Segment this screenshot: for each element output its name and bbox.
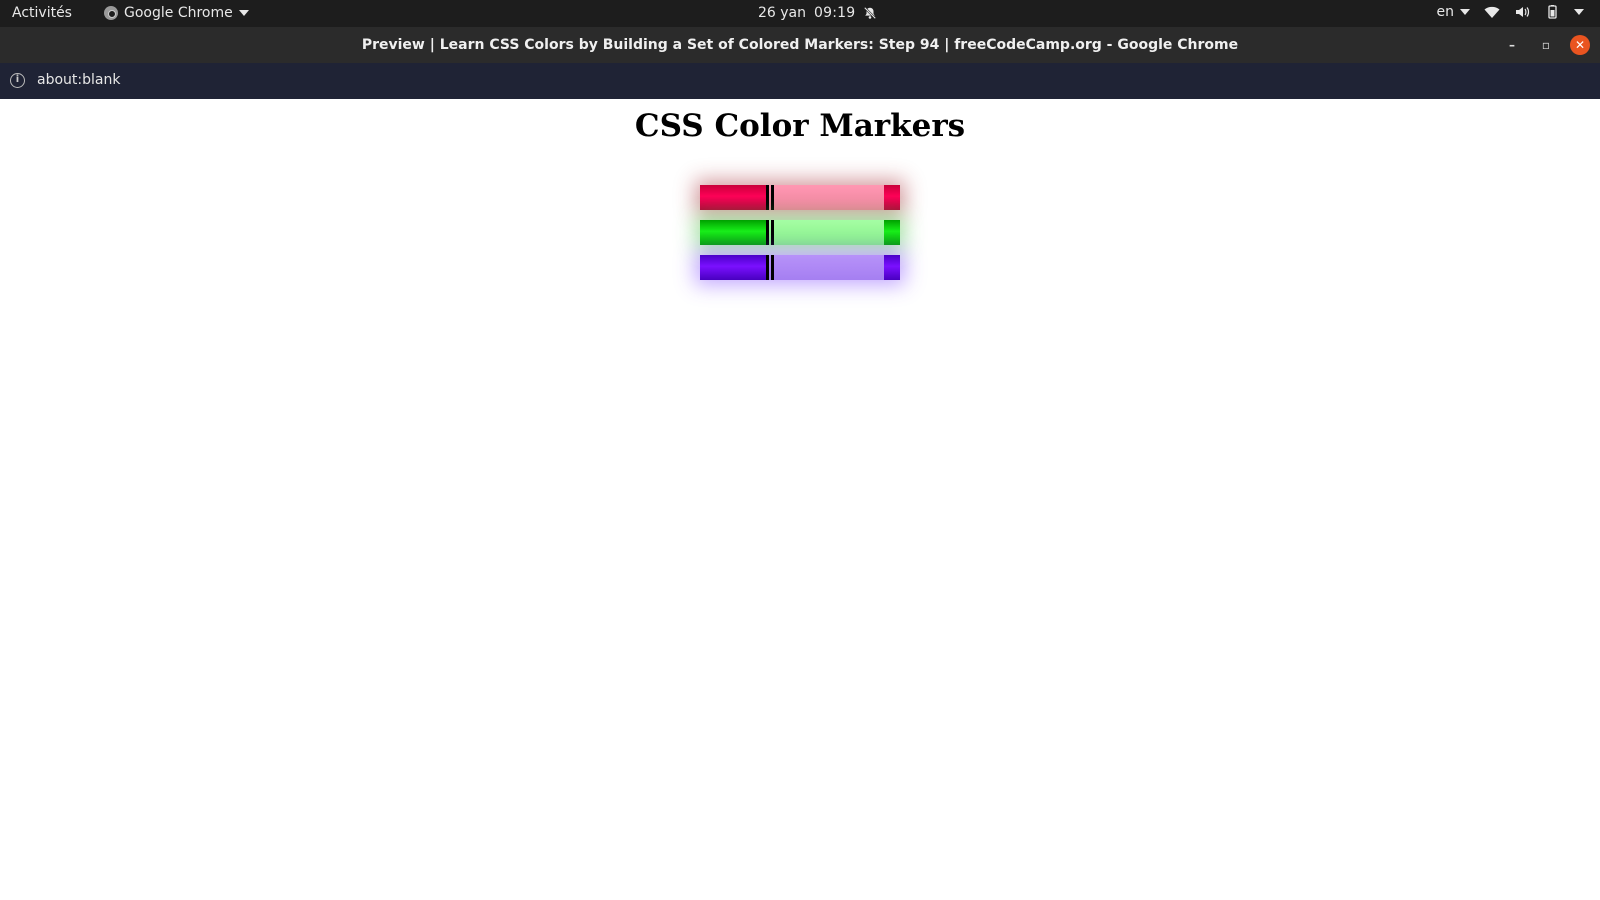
marker-sleeve [766,185,884,210]
marker-green [700,220,900,245]
window-title-bar[interactable]: Preview | Learn CSS Colors by Building a… [0,27,1600,63]
language-selector[interactable]: en [1436,4,1470,20]
wifi-icon [1484,6,1500,18]
chevron-down-icon[interactable] [1574,9,1584,15]
chevron-down-icon [238,10,249,16]
window-controls: – ▫ ✕ [1502,35,1590,55]
minimize-button[interactable]: – [1502,35,1522,55]
system-tray[interactable]: en [1436,4,1584,20]
window-title: Preview | Learn CSS Colors by Building a… [361,37,1239,53]
marker-tip [884,185,900,210]
marker-cap [700,255,766,280]
clock[interactable]: 26 yan 09:19 [758,5,877,21]
address-bar: i about:blank [0,63,1600,99]
marker-cap [700,185,766,210]
chevron-down-icon [1460,9,1470,15]
markers-container [700,185,900,290]
chrome-icon [104,6,118,20]
activities-button[interactable]: Activités [12,5,72,21]
language-label: en [1436,4,1455,20]
marker-sleeve [766,255,884,280]
url-field[interactable]: about:blank [37,72,120,88]
battery-icon [1548,5,1557,19]
restore-button[interactable]: ▫ [1536,35,1556,55]
app-menu[interactable]: Google Chrome [104,5,249,21]
date-label: 26 yan [758,5,807,21]
marker-cap [700,220,766,245]
marker-sleeve [766,220,884,245]
close-button[interactable]: ✕ [1570,35,1590,55]
time-label: 09:19 [814,5,856,21]
marker-tip [884,255,900,280]
marker-blue [700,255,900,280]
bell-muted-icon [864,6,877,20]
info-icon[interactable]: i [10,73,25,88]
page-title: CSS Color Markers [634,108,966,144]
volume-icon [1516,7,1530,17]
marker-tip [884,220,900,245]
app-menu-label: Google Chrome [124,5,233,21]
marker-red [700,185,900,210]
page-content: CSS Color Markers [0,99,1600,900]
gnome-top-bar: Activités Google Chrome 26 yan 09:19 en [0,0,1600,27]
